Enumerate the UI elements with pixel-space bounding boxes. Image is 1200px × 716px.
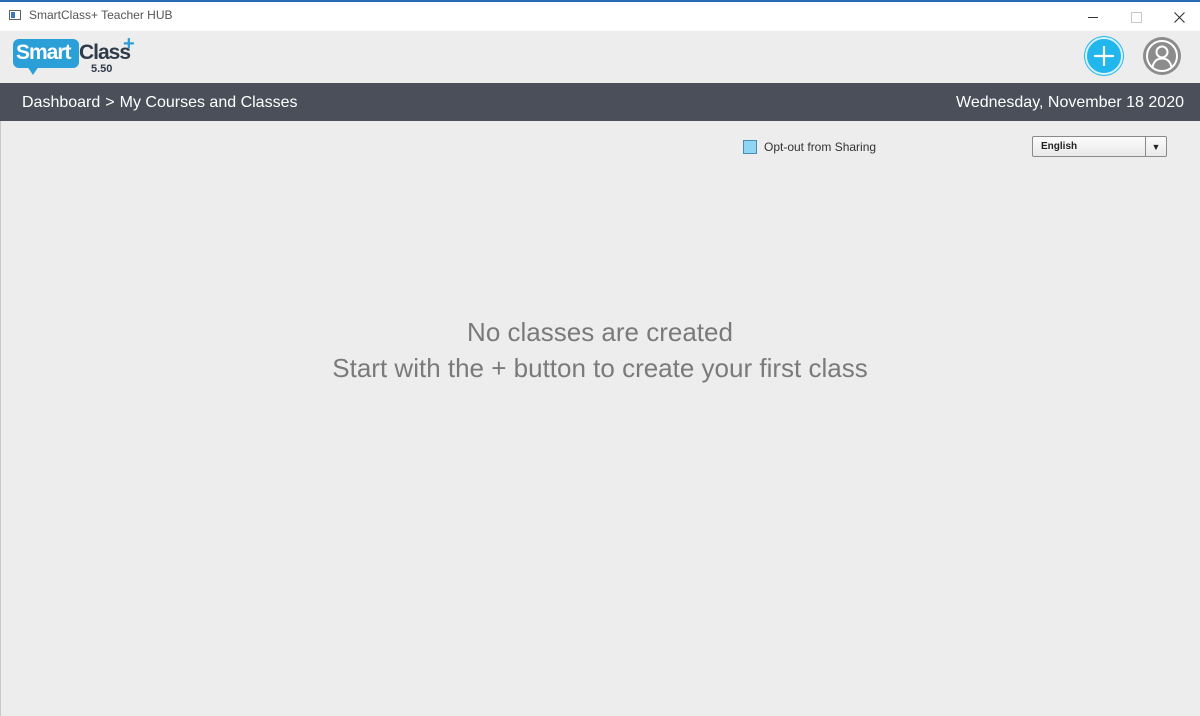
window-title: SmartClass+ Teacher HUB bbox=[29, 8, 173, 22]
logo-smart-text: Smart bbox=[16, 41, 72, 64]
add-class-button[interactable] bbox=[1085, 37, 1123, 75]
smartclass-logo: Smart Class + 5.50 bbox=[13, 33, 138, 79]
breadcrumb: Dashboard > My Courses and Classes bbox=[22, 94, 297, 112]
optout-sharing-label: Opt-out from Sharing bbox=[764, 140, 877, 154]
app-window-icon bbox=[9, 10, 21, 20]
language-selected-value: English bbox=[1041, 141, 1078, 152]
logo-plus-text: + bbox=[123, 33, 135, 55]
breadcrumb-current-page: My Courses and Classes bbox=[119, 94, 298, 111]
profile-button[interactable] bbox=[1143, 37, 1181, 75]
close-button[interactable] bbox=[1157, 4, 1200, 30]
plus-circle-icon bbox=[1093, 45, 1115, 67]
maximize-button[interactable] bbox=[1114, 4, 1158, 30]
window-titlebar: SmartClass+ Teacher HUB bbox=[0, 0, 1200, 31]
chevron-down-icon[interactable]: ▼ bbox=[1145, 137, 1166, 156]
empty-state-title: No classes are created bbox=[467, 317, 733, 347]
app-header: Smart Class + 5.50 bbox=[0, 31, 1200, 83]
breadcrumb-dashboard-link[interactable]: Dashboard bbox=[22, 94, 100, 112]
current-date: Wednesday, November 18 2020 bbox=[956, 94, 1184, 111]
empty-state-hint: Start with the + button to create your f… bbox=[332, 353, 868, 383]
maximize-icon bbox=[1130, 11, 1142, 23]
user-profile-icon bbox=[1146, 40, 1178, 72]
app-version: 5.50 bbox=[91, 63, 113, 75]
logo-bubble-tail bbox=[27, 66, 39, 75]
language-select[interactable]: English ▼ bbox=[1032, 136, 1167, 157]
optout-sharing-checkbox[interactable] bbox=[743, 140, 757, 154]
minimize-button[interactable] bbox=[1071, 4, 1115, 30]
breadcrumb-separator: > bbox=[105, 94, 115, 111]
close-icon bbox=[1173, 11, 1185, 23]
optout-sharing-option[interactable]: Opt-out from Sharing bbox=[743, 140, 876, 154]
minimize-icon bbox=[1088, 16, 1098, 18]
breadcrumb-bar: Dashboard > My Courses and Classes Wedne… bbox=[0, 83, 1200, 121]
empty-state-message: No classes are created Start with the + … bbox=[0, 314, 1200, 386]
window-left-border bbox=[0, 121, 1, 716]
